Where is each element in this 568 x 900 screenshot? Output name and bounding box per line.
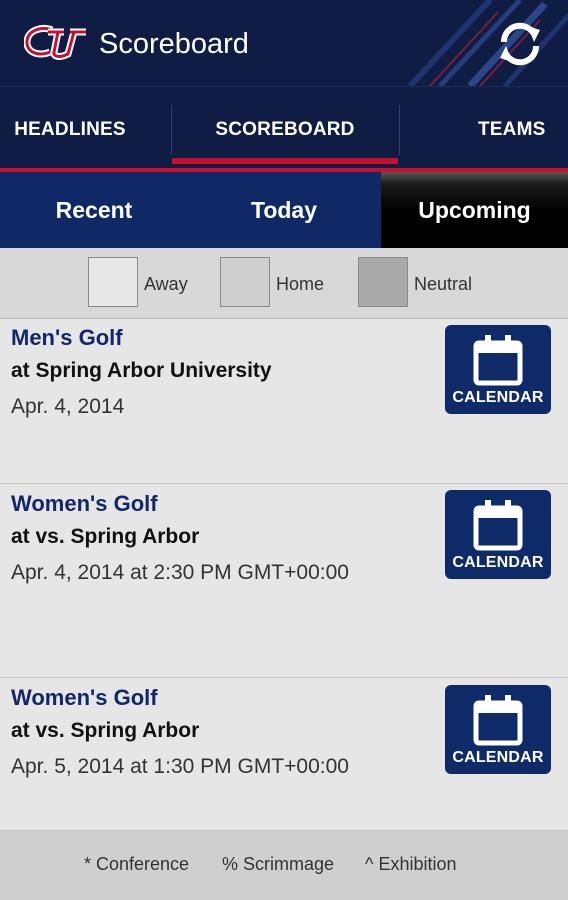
event-item[interactable]: Women's Golf at vs. Spring Arbor Apr. 5,… xyxy=(0,678,568,831)
refresh-icon[interactable] xyxy=(496,20,544,68)
away-swatch xyxy=(88,257,138,307)
tab-today[interactable]: Today xyxy=(188,172,380,248)
event-item[interactable]: Women's Golf at vs. Spring Arbor Apr. 4,… xyxy=(0,484,568,678)
calendar-label: CALENDAR xyxy=(452,749,544,766)
tab-upcoming[interactable]: Upcoming xyxy=(381,172,568,248)
cu-logo-icon xyxy=(24,24,86,60)
calendar-label: CALENDAR xyxy=(452,554,544,571)
add-to-calendar-button[interactable]: CALENDAR xyxy=(445,685,551,774)
add-to-calendar-button[interactable]: CALENDAR xyxy=(445,325,551,414)
scrimmage-key: % Scrimmage xyxy=(222,854,335,874)
game-type-legend: * Conference % Scrimmage ^ Exhibition xyxy=(0,831,568,900)
event-list: Men's Golf at Spring Arbor University Ap… xyxy=(0,319,568,831)
add-to-calendar-button[interactable]: CALENDAR xyxy=(445,490,551,579)
event-opponent: at Spring Arbor University xyxy=(11,359,272,382)
event-date: Apr. 5, 2014 at 1:30 PM GMT+00:00 xyxy=(11,755,349,778)
schedule-filter-tabs: Recent Today Upcoming xyxy=(0,172,568,248)
calendar-icon xyxy=(473,500,523,551)
neutral-swatch xyxy=(358,257,408,307)
exhibition-key: ^ Exhibition xyxy=(365,854,457,874)
tab-headlines[interactable]: HEADLINES xyxy=(0,87,170,173)
selected-tab-indicator xyxy=(172,158,398,164)
event-date: Apr. 4, 2014 xyxy=(11,395,125,418)
home-swatch xyxy=(220,257,270,307)
tab-recent[interactable]: Recent xyxy=(0,172,188,248)
event-item[interactable]: Men's Golf at Spring Arbor University Ap… xyxy=(0,319,568,484)
away-label: Away xyxy=(144,274,188,294)
event-sport: Men's Golf xyxy=(11,325,123,350)
event-sport: Women's Golf xyxy=(11,685,158,710)
home-label: Home xyxy=(276,274,325,294)
event-sport: Women's Golf xyxy=(11,491,158,516)
event-opponent: at vs. Spring Arbor xyxy=(11,525,200,548)
action-bar: Scoreboard xyxy=(0,0,568,86)
app-title: Scoreboard xyxy=(99,28,249,60)
calendar-icon xyxy=(473,695,523,746)
tab-teams[interactable]: TEAMS xyxy=(400,87,568,173)
event-opponent: at vs. Spring Arbor xyxy=(11,719,200,742)
location-legend: Away Home Neutral xyxy=(0,248,568,319)
conference-key: * Conference xyxy=(84,854,190,874)
calendar-icon xyxy=(473,335,523,386)
event-date: Apr. 4, 2014 at 2:30 PM GMT+00:00 xyxy=(11,561,349,584)
calendar-label: CALENDAR xyxy=(452,389,544,406)
neutral-label: Neutral xyxy=(414,274,473,294)
